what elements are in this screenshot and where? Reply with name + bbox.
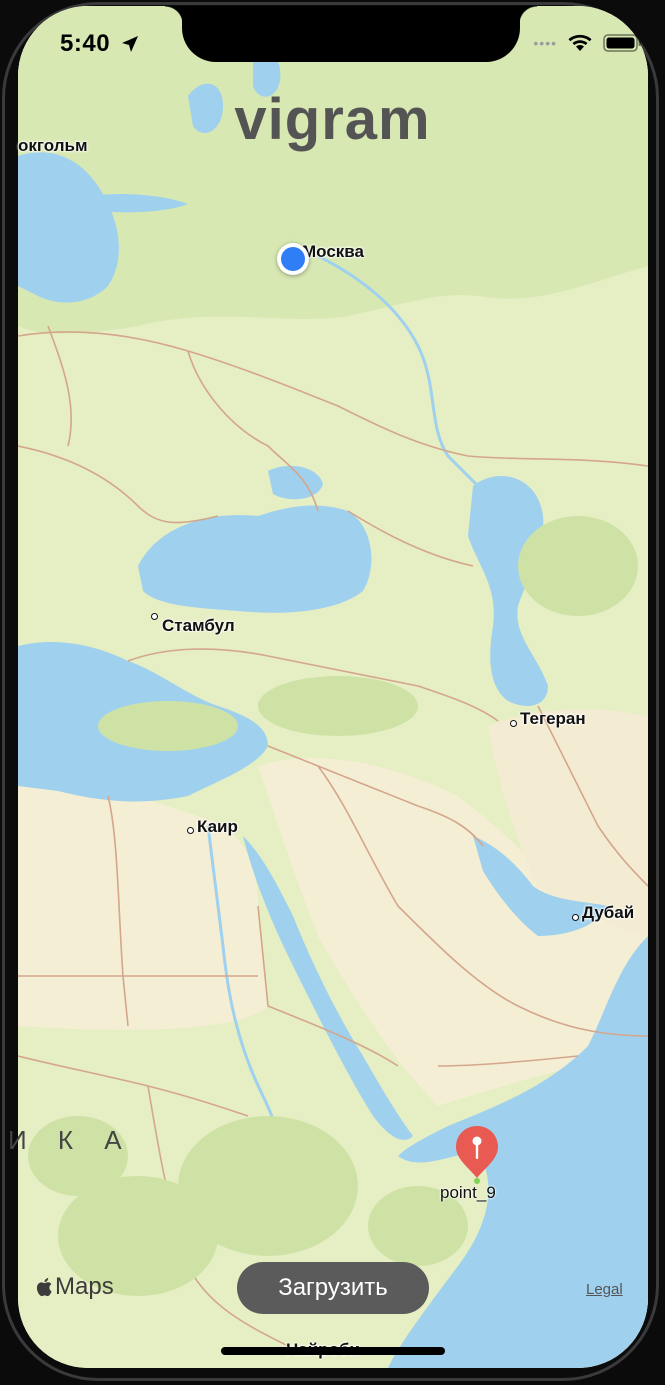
location-arrow-icon — [122, 36, 138, 52]
city-dot-cairo — [187, 827, 194, 834]
map-view[interactable] — [18, 6, 648, 1368]
city-dot-istanbul — [151, 613, 158, 620]
apple-logo-icon — [36, 1278, 52, 1297]
city-dot-tehran — [510, 720, 517, 727]
city-dot-dubai — [572, 914, 579, 921]
wifi-icon — [568, 34, 592, 51]
load-button[interactable]: Загрузить — [237, 1262, 429, 1314]
legal-link[interactable]: Legal — [586, 1281, 623, 1298]
home-indicator[interactable] — [221, 1347, 445, 1355]
maps-logo-text: Maps — [55, 1273, 114, 1300]
city-label-stockholm[interactable]: окгольм — [18, 136, 88, 156]
notch — [165, 6, 537, 62]
map-pin-marker[interactable] — [454, 1124, 500, 1184]
status-time: 5:40 — [60, 30, 111, 57]
app-title: vigram — [234, 87, 431, 152]
city-label-moscow[interactable]: Москва — [302, 242, 364, 262]
device-frame: 5:40 •••• vigram окгольм Москва Стамбул … — [0, 0, 665, 1385]
battery-icon — [603, 34, 641, 52]
cellular-signal-icon: •••• — [533, 35, 557, 51]
map-water-aegean — [73, 652, 109, 699]
city-label-dubai[interactable]: Дубай — [582, 903, 634, 923]
status-icons: •••• — [533, 33, 643, 53]
city-label-cairo[interactable]: Каир — [197, 817, 238, 837]
pin-label: point_9 — [440, 1183, 496, 1202]
user-location-dot[interactable] — [277, 243, 309, 275]
user-location-dot-inner — [281, 247, 305, 271]
city-label-tehran[interactable]: Тегеран — [520, 709, 586, 729]
apple-maps-logo: Maps — [36, 1273, 114, 1301]
screen — [18, 6, 648, 1368]
region-label-africa: И К А — [8, 1125, 134, 1155]
city-label-istanbul[interactable]: Стамбул — [162, 616, 235, 636]
